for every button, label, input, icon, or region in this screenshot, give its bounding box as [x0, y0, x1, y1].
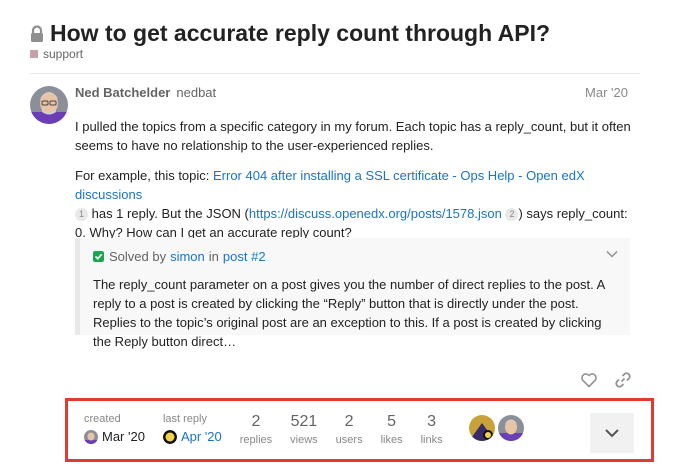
- participant-avatar[interactable]: [497, 415, 524, 441]
- created-block: created Mar '20: [84, 413, 145, 444]
- lock-icon: [31, 24, 43, 42]
- expand-summary-button[interactable]: [590, 413, 634, 453]
- links-label: links: [420, 434, 443, 446]
- title-divider: [30, 73, 640, 74]
- replies-label: replies: [239, 434, 273, 446]
- author-name[interactable]: Ned Batchelder: [75, 85, 170, 100]
- views-count: 521: [290, 413, 318, 430]
- p2-mid: has 1 reply. But the JSON (: [88, 206, 249, 221]
- post-ref-link[interactable]: post #2: [223, 249, 266, 264]
- post-body: I pulled the topics from a specific cate…: [75, 117, 635, 253]
- link-icon[interactable]: [614, 371, 632, 389]
- link-click-count-badge: 2: [505, 208, 519, 221]
- created-date[interactable]: Mar '20: [102, 429, 145, 444]
- author-username[interactable]: nedbat: [176, 85, 216, 100]
- chevron-down-icon[interactable]: [606, 250, 618, 258]
- post-date[interactable]: Mar '20: [585, 85, 628, 100]
- last-reply-block: last reply Apr '20: [162, 413, 222, 444]
- last-reply-date[interactable]: Apr '20: [181, 429, 222, 444]
- replies-count: 2: [251, 413, 261, 430]
- topic-title: How to get accurate reply count through …: [30, 20, 550, 47]
- solved-by-label: Solved by: [109, 249, 167, 264]
- solver-link[interactable]: simon: [170, 249, 205, 264]
- post-actions: [580, 371, 632, 389]
- category-name[interactable]: support: [43, 47, 83, 61]
- post-paragraph-2: For example, this topic: Error 404 after…: [75, 166, 635, 242]
- participants: [468, 415, 524, 441]
- views-stat: 521 views: [290, 413, 318, 446]
- creator-avatar[interactable]: [84, 429, 98, 444]
- likes-count: 5: [387, 413, 397, 430]
- json-link[interactable]: https://discuss.openedx.org/posts/1578.j…: [249, 206, 502, 221]
- links-stat[interactable]: 3 links: [421, 413, 443, 446]
- topic-summary: created Mar '20 last reply Apr '20 2 rep…: [84, 413, 524, 446]
- category-badge[interactable]: support: [30, 47, 83, 61]
- link-click-count-badge: 1: [75, 208, 88, 221]
- accepted-answer-box: Solved by simon in post #2 The reply_cou…: [75, 238, 630, 349]
- check-icon: [93, 251, 104, 262]
- category-color-square: [30, 50, 38, 58]
- last-replier-avatar[interactable]: [162, 429, 177, 444]
- replies-stat: 2 replies: [240, 413, 272, 446]
- links-count: 3: [427, 413, 437, 430]
- author-avatar[interactable]: [30, 86, 68, 124]
- solved-header: Solved by simon in post #2: [93, 249, 270, 264]
- solution-excerpt: The reply_count parameter on a post give…: [93, 277, 605, 349]
- heart-icon[interactable]: [580, 371, 598, 389]
- users-stat: 2 users: [336, 413, 363, 446]
- participant-avatar[interactable]: [468, 415, 495, 441]
- post-paragraph-1: I pulled the topics from a specific cate…: [75, 119, 631, 153]
- topic-title-text[interactable]: How to get accurate reply count through …: [50, 20, 550, 47]
- post-meta: Ned Batchelder nedbat Mar '20: [75, 85, 628, 100]
- likes-stat: 5 likes: [381, 413, 403, 446]
- users-label: users: [335, 434, 363, 446]
- p2-prefix: For example, this topic:: [75, 168, 213, 183]
- in-label: in: [208, 249, 219, 264]
- created-label: created: [84, 413, 121, 425]
- last-reply-label: last reply: [162, 413, 207, 425]
- views-label: views: [290, 434, 318, 446]
- chevron-down-icon: [605, 429, 619, 438]
- users-count: 2: [344, 413, 354, 430]
- likes-label: likes: [380, 434, 403, 446]
